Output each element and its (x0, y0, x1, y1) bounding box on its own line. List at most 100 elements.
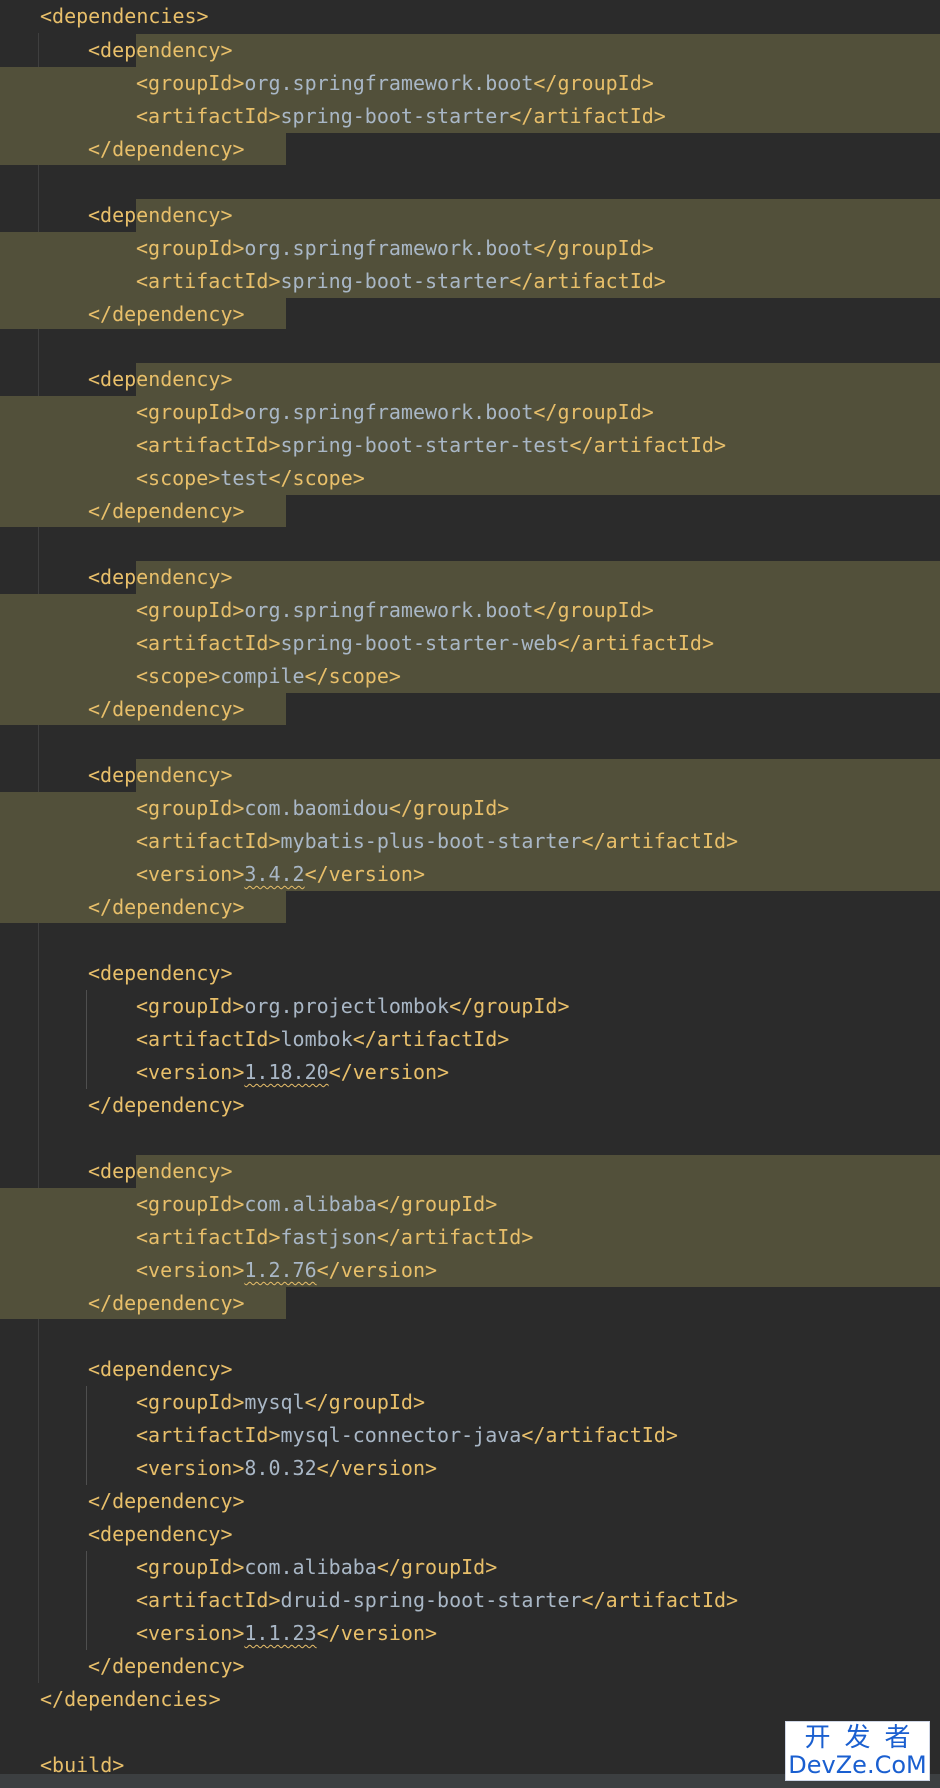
xml-tag: <artifactId> (136, 1225, 281, 1249)
xml-tag: </version> (304, 862, 426, 886)
code-line: <dependency> (0, 759, 940, 792)
xml-tag: </groupId> (376, 1192, 498, 1216)
xml-value: com.alibaba (244, 1192, 377, 1216)
xml-tag: </dependency> (88, 1489, 245, 1513)
xml-value-warning: 1.2.76 (244, 1258, 317, 1282)
xml-tag: </groupId> (449, 994, 570, 1018)
code-line: <artifactId> fastjson </artifactId> (0, 1221, 940, 1254)
code-line-text: <scope> test </scope> (136, 462, 365, 495)
xml-value: lombok (280, 1027, 353, 1051)
xml-tag: </dependency> (88, 499, 245, 523)
xml-value: mysql-connector-java (280, 1423, 522, 1447)
code-line-text: </dependency> (88, 1287, 245, 1320)
code-line-text: <dependency> (88, 1353, 233, 1386)
code-line: <version> 1.2.76 </version> (0, 1254, 940, 1287)
code-line: <dependency> (0, 1155, 940, 1188)
xml-tag: </dependency> (88, 302, 245, 326)
code-line: <dependency> (0, 1518, 940, 1551)
xml-tag: <groupId> (136, 1192, 245, 1216)
xml-tag: <artifactId> (136, 1588, 281, 1612)
code-line: </dependency> (0, 133, 940, 166)
code-line-text: <groupId> org.projectlombok </groupId> (136, 990, 570, 1023)
code-line: <artifactId> druid-spring-boot-starter </a… (0, 1584, 940, 1617)
code-line-text: <artifactId> spring-boot-starter </artifac… (136, 265, 666, 298)
xml-value-warning: 3.4.2 (244, 862, 305, 886)
xml-tag: </artifactId> (509, 104, 666, 128)
xml-tag: </artifactId> (521, 1423, 678, 1447)
xml-tag: <dependency> (88, 38, 233, 62)
code-line: <scope> test </scope> (0, 462, 940, 495)
code-line-text: <artifactId> spring-boot-starter-web </art… (136, 627, 714, 660)
xml-value: mybatis-plus-boot-starter (280, 829, 582, 853)
code-line: </dependency> (0, 1650, 940, 1683)
code-line-text: <groupId> org.springframework.boot </group… (136, 67, 654, 100)
code-line-text: <artifactId> mybatis-plus-boot-starter </a… (136, 825, 738, 858)
xml-tag: <artifactId> (136, 829, 281, 853)
code-line: <groupId> com.baomidou </groupId> (0, 792, 940, 825)
code-line: <dependency> (0, 1353, 940, 1386)
code-editor[interactable]: <dependencies> <dependency> <groupId> org.s… (0, 0, 940, 1788)
xml-tag: </groupId> (533, 236, 654, 260)
code-line-text: <artifactId> druid-spring-boot-starter </a… (136, 1584, 738, 1617)
code-line: <groupId> org.springframework.boot </group… (0, 67, 940, 100)
code-line-text: <version> 8.0.32 </version> (136, 1452, 437, 1485)
xml-tag: <dependency> (88, 763, 233, 787)
code-line: <dependency> (0, 34, 940, 67)
code-line-text: <groupId> org.springframework.boot </group… (136, 396, 654, 429)
xml-tag: <dependency> (88, 367, 233, 391)
xml-tag: </dependency> (88, 1291, 245, 1315)
code-line: <artifactId> mybatis-plus-boot-starter </a… (0, 825, 940, 858)
code-line-text: <groupId> com.baomidou </groupId> (136, 792, 509, 825)
xml-tag: <dependency> (88, 565, 233, 589)
xml-tag: <groupId> (136, 71, 245, 95)
code-line-text: </dependency> (88, 1089, 245, 1122)
xml-tag: <groupId> (136, 400, 245, 424)
xml-value-warning: 1.18.20 (244, 1060, 329, 1084)
code-line: <dependencies> (0, 0, 940, 33)
xml-tag: <version> (136, 1258, 245, 1282)
code-line: <groupId> com.alibaba </groupId> (0, 1551, 940, 1584)
xml-tag: </artifactId> (557, 631, 714, 655)
code-line: <dependency> (0, 561, 940, 594)
xml-tag: </version> (316, 1621, 438, 1645)
xml-tag: <groupId> (136, 1555, 245, 1579)
code-line: <groupId> com.alibaba </groupId> (0, 1188, 940, 1221)
code-line: <groupId> org.projectlombok </groupId> (0, 990, 940, 1023)
code-line-text: </dependency> (88, 495, 245, 528)
code-line: <groupId> org.springframework.boot </group… (0, 396, 940, 429)
code-line-text: <dependency> (88, 1155, 233, 1188)
xml-tag: <artifactId> (136, 1027, 281, 1051)
code-line-text: <version> 1.18.20 </version> (136, 1056, 449, 1089)
code-line-text: </dependency> (88, 298, 245, 331)
code-line-text: <artifactId> fastjson </artifactId> (136, 1221, 533, 1254)
code-line: </dependency> (0, 1287, 940, 1320)
xml-tag: </dependency> (88, 895, 245, 919)
code-line: <scope> compile </scope> (0, 660, 940, 693)
code-line-text: <artifactId> lombok </artifactId> (136, 1023, 509, 1056)
xml-tag: </dependency> (88, 697, 245, 721)
xml-tag: </groupId> (388, 796, 510, 820)
watermark-logo: 开发者 DevZe.CoM (785, 1721, 930, 1781)
xml-tag: </scope> (268, 466, 365, 490)
code-line-text: <dependencies> (40, 0, 209, 33)
xml-value-warning: 1.1.23 (244, 1621, 317, 1645)
xml-tag: </scope> (304, 664, 401, 688)
xml-tag: </dependencies> (40, 1687, 221, 1711)
code-line-text: </dependency> (88, 891, 245, 924)
xml-tag: </artifactId> (581, 1588, 739, 1612)
code-line-text: <artifactId> mysql-connector-java </artifa… (136, 1419, 678, 1452)
code-line: <version> 8.0.32 </version> (0, 1452, 940, 1485)
code-line: <artifactId> spring-boot-starter </artifac… (0, 265, 940, 298)
code-line: </dependencies> (0, 1683, 940, 1716)
code-line-text: <groupId> mysql </groupId> (136, 1386, 425, 1419)
xml-tag: </version> (316, 1258, 438, 1282)
xml-value: spring-boot-starter (280, 104, 510, 128)
xml-tag: </version> (316, 1456, 438, 1480)
xml-tag: <dependency> (88, 203, 233, 227)
code-line: </dependency> (0, 891, 940, 924)
code-line: </dependency> (0, 298, 940, 331)
code-line: <version> 3.4.2 </version> (0, 858, 940, 891)
